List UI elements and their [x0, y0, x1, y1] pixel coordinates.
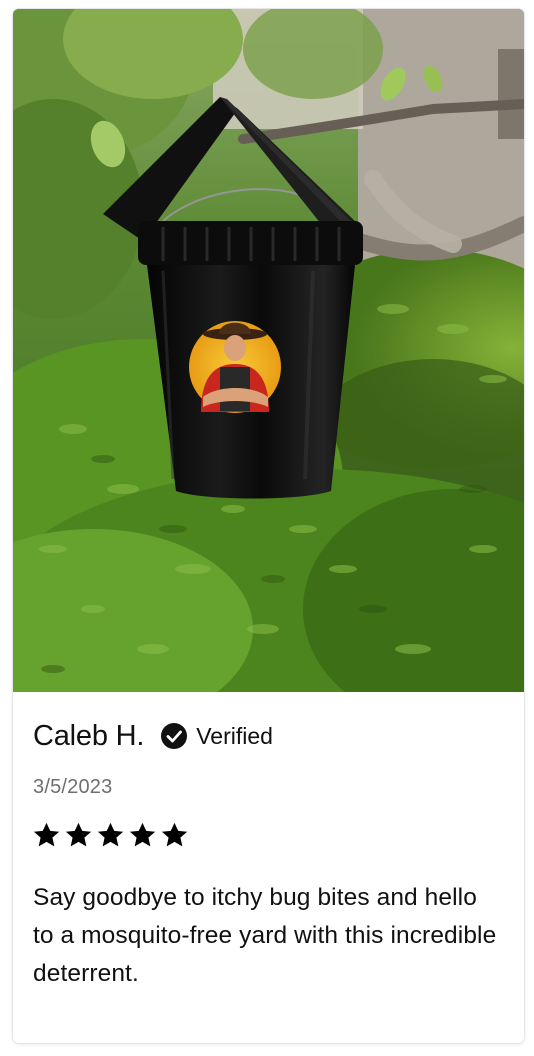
- review-photo[interactable]: [13, 9, 524, 692]
- product-photo-image: [13, 9, 524, 692]
- review-date: 3/5/2023: [33, 776, 113, 798]
- reviewer-name: Caleb H.: [33, 719, 145, 752]
- star-icon: [65, 822, 92, 847]
- review-content: Caleb H. Verified 3/5/2023 Say goodbye t…: [13, 692, 524, 1043]
- star-icon: [33, 822, 60, 847]
- verified-label: Verified: [196, 722, 273, 749]
- star-icon: [161, 822, 188, 847]
- review-card: Caleb H. Verified 3/5/2023 Say goodbye t…: [13, 9, 524, 1043]
- star-icon: [97, 822, 124, 847]
- verified-check-icon: [161, 723, 188, 749]
- reviewer-row: Caleb H. Verified: [33, 716, 273, 756]
- star-icon: [129, 822, 156, 847]
- review-text: Say goodbye to itchy bug bites and hello…: [33, 884, 497, 987]
- star-rating: [32, 821, 189, 853]
